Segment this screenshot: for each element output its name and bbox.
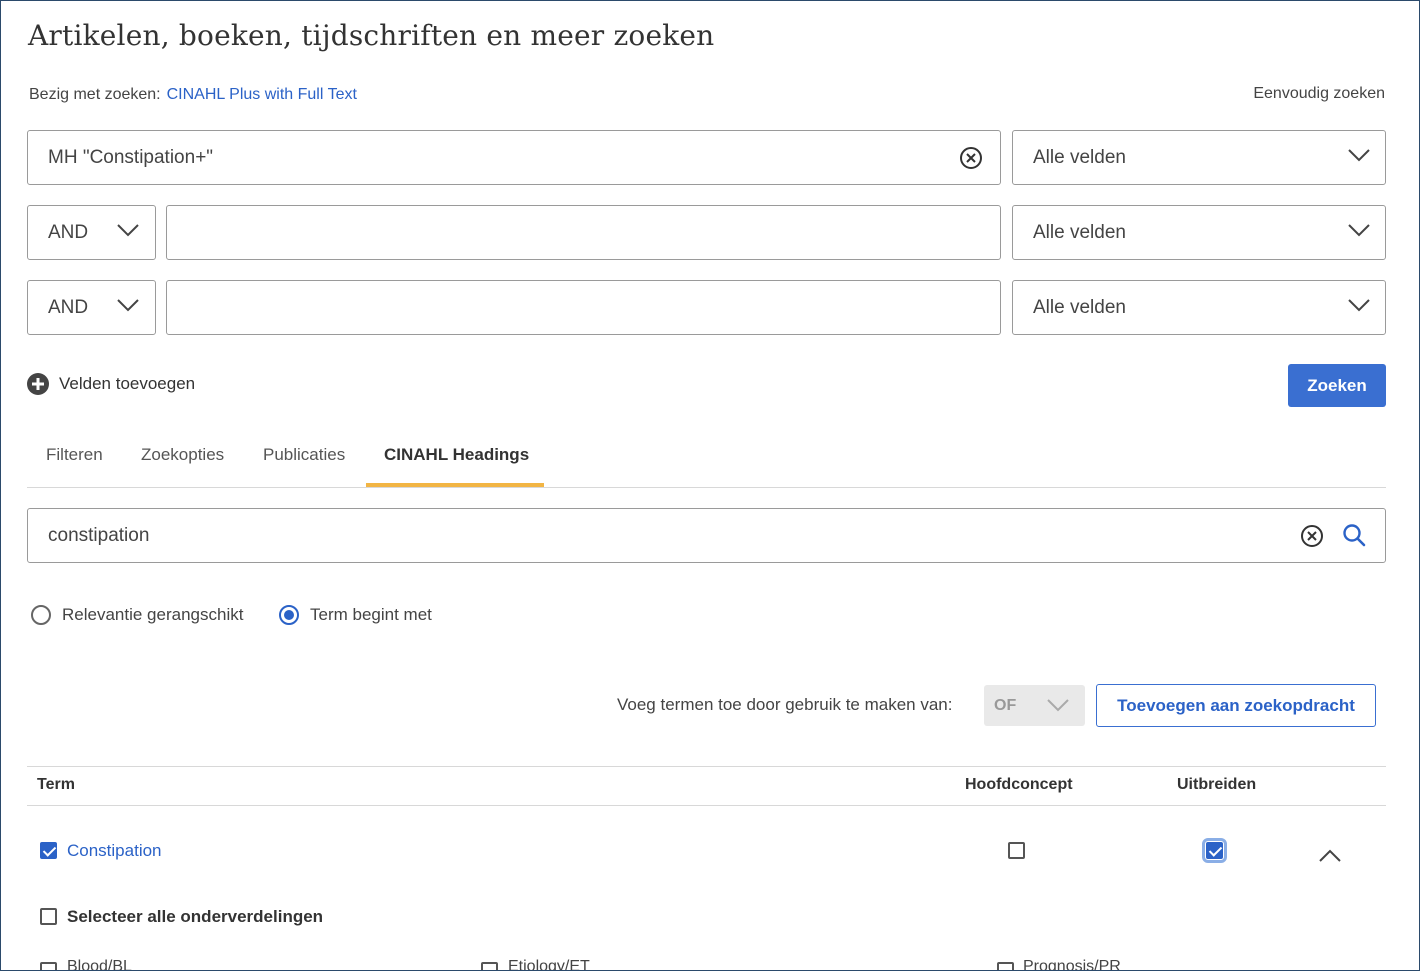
field-select-3-value: Alle velden <box>1033 297 1126 318</box>
column-header-explode: Uitbreiden <box>1177 776 1257 793</box>
subdivision-checkbox[interactable] <box>997 962 1014 970</box>
active-tab-indicator <box>366 483 544 487</box>
search-input-1-value: MH "Constipation+" <box>48 147 214 168</box>
page-title: Artikelen, boeken, tijdschriften en meer… <box>28 19 715 52</box>
search-icon[interactable] <box>1342 523 1366 547</box>
radio-relevance-control[interactable] <box>31 605 51 625</box>
database-link[interactable]: CINAHL Plus with Full Text <box>167 86 357 103</box>
headings-search-input[interactable]: constipation <box>27 508 1386 563</box>
chevron-down-icon <box>1348 149 1370 162</box>
search-input-3[interactable] <box>166 280 1001 335</box>
major-concept-checkbox[interactable] <box>1008 842 1025 859</box>
subdivision-checkbox[interactable] <box>40 962 57 970</box>
radio-term-begins[interactable]: Term begint met <box>279 605 432 625</box>
clear-icon[interactable] <box>1300 524 1324 548</box>
tabs-divider <box>27 487 1386 488</box>
operator-select-2[interactable]: AND <box>27 205 156 260</box>
column-header-term: Term <box>37 776 75 793</box>
combine-operator-select[interactable]: OF <box>984 685 1085 726</box>
field-select-3[interactable]: Alle velden <box>1012 280 1386 335</box>
field-select-1[interactable]: Alle velden <box>1012 130 1386 185</box>
combine-operator-value: OF <box>994 697 1017 714</box>
tab-cinahl-headings[interactable]: CINAHL Headings <box>384 445 529 465</box>
operator-select-2-value: AND <box>48 222 89 243</box>
chevron-down-icon <box>117 299 139 312</box>
subdivision-checkbox[interactable] <box>481 962 498 970</box>
term-link[interactable]: Constipation <box>67 841 162 861</box>
searching-label: Bezig met zoeken: <box>29 86 161 103</box>
tab-zoekopties[interactable]: Zoekopties <box>141 445 224 465</box>
subdivision-label: Blood/BL <box>67 958 132 971</box>
add-fields-label: Velden toevoegen <box>59 374 196 393</box>
radio-relevance-label: Relevantie gerangschikt <box>62 605 244 624</box>
search-input-2[interactable] <box>166 205 1001 260</box>
chevron-down-icon <box>1348 224 1370 237</box>
plus-circle-icon <box>27 373 49 395</box>
column-header-major-concept: Hoofdconcept <box>965 776 1073 793</box>
radio-term-begins-control[interactable] <box>279 605 299 625</box>
explode-checkbox[interactable] <box>1202 838 1227 863</box>
search-button[interactable]: Zoeken <box>1288 364 1386 407</box>
field-select-2[interactable]: Alle velden <box>1012 205 1386 260</box>
radio-term-begins-label: Term begint met <box>310 605 432 624</box>
select-all-subdivisions-label: Selecteer alle onderverdelingen <box>67 907 324 926</box>
term-select-checkbox[interactable] <box>40 842 57 859</box>
operator-select-3-value: AND <box>48 297 89 318</box>
table-top-divider <box>27 766 1386 767</box>
add-fields-button[interactable]: Velden toevoegen <box>27 373 195 395</box>
clear-icon[interactable] <box>959 146 983 170</box>
headings-search-value: constipation <box>48 525 150 546</box>
field-select-1-value: Alle velden <box>1033 147 1126 168</box>
select-all-subdivisions-checkbox[interactable] <box>40 908 57 925</box>
tab-filteren[interactable]: Filteren <box>46 445 103 465</box>
chevron-up-icon[interactable] <box>1319 849 1341 863</box>
searching-database: Bezig met zoeken: CINAHL Plus with Full T… <box>29 86 357 104</box>
advanced-search-panel: Artikelen, boeken, tijdschriften en meer… <box>0 0 1420 971</box>
table-header-divider <box>27 805 1386 806</box>
subdivision-label: Etiology/ET <box>508 958 590 971</box>
add-to-search-button[interactable]: Toevoegen aan zoekopdracht <box>1096 684 1376 727</box>
operator-select-3[interactable]: AND <box>27 280 156 335</box>
chevron-down-icon <box>1047 699 1069 712</box>
subdivision-label: Prognosis/PR <box>1023 958 1121 971</box>
tab-publicaties[interactable]: Publicaties <box>263 445 345 465</box>
combine-label: Voeg termen toe door gebruik te maken va… <box>617 695 953 714</box>
simple-search-link[interactable]: Eenvoudig zoeken <box>1253 85 1385 103</box>
radio-relevance[interactable]: Relevantie gerangschikt <box>31 605 243 625</box>
chevron-down-icon <box>117 224 139 237</box>
field-select-2-value: Alle velden <box>1033 222 1126 243</box>
search-input-1[interactable]: MH "Constipation+" <box>27 130 1001 185</box>
chevron-down-icon <box>1348 299 1370 312</box>
